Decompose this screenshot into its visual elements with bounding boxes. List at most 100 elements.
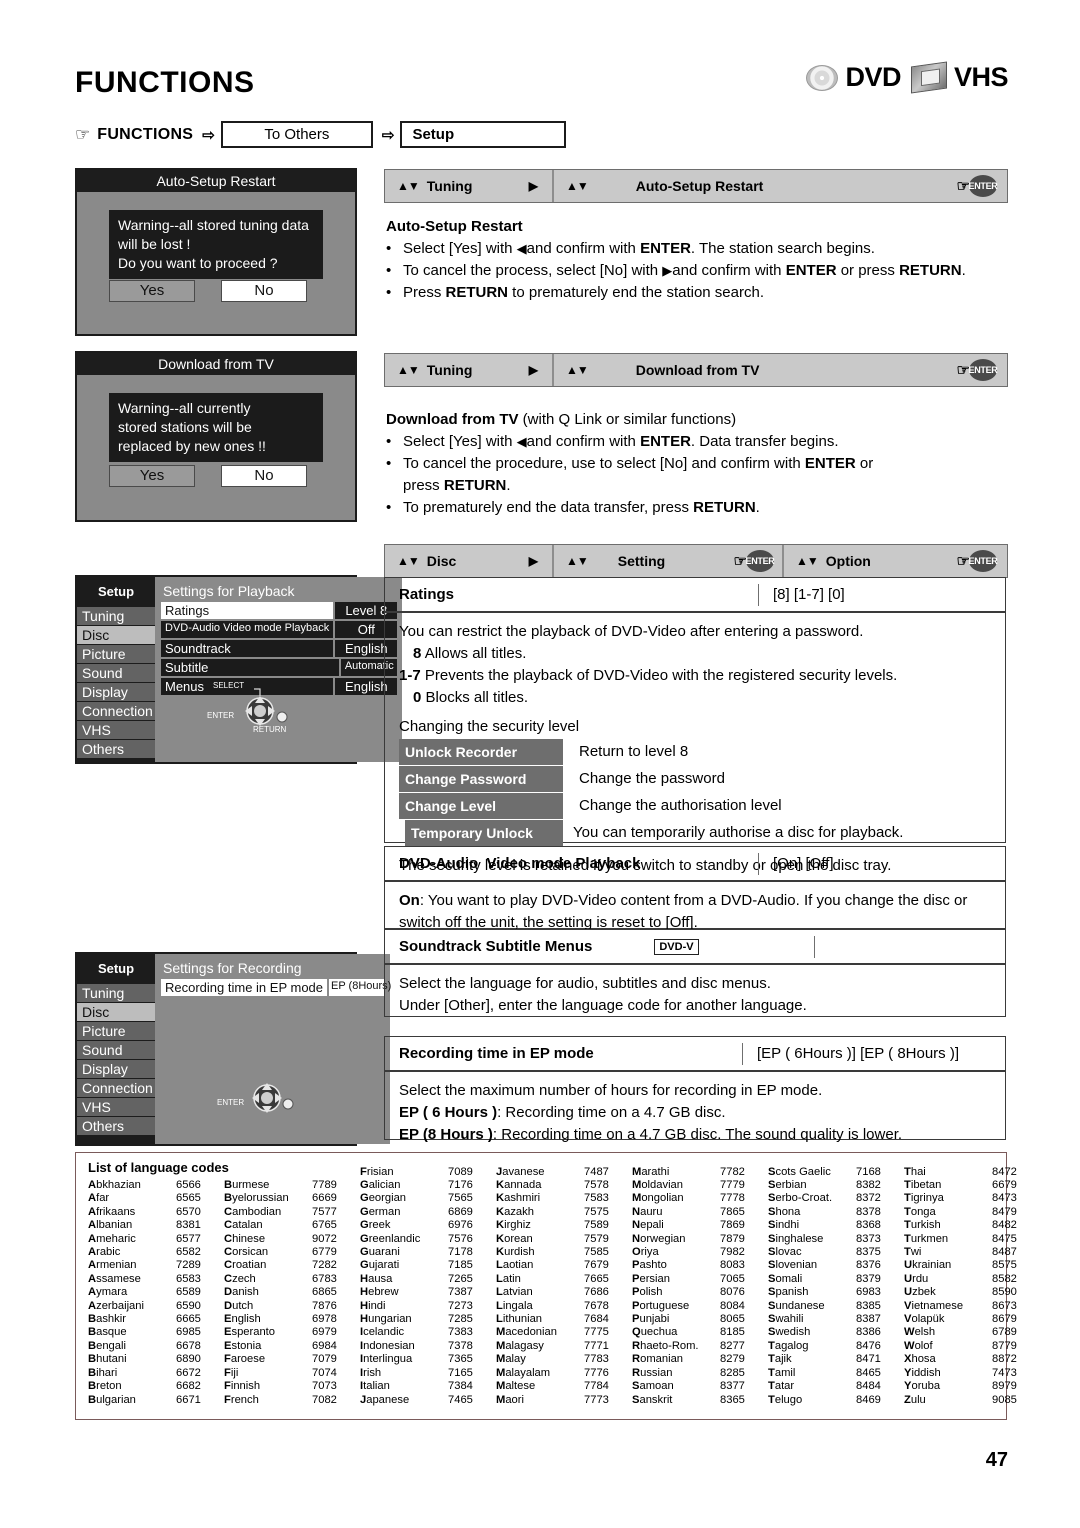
- nav-segment-download-from-tv[interactable]: ▲▼ Download from TV ☞ ENTER: [552, 354, 1007, 386]
- language-name: Gujarati: [360, 1259, 400, 1272]
- osd-yes-button-2[interactable]: Yes: [109, 465, 195, 487]
- tag-unlock-recorder: Unlock Recorder: [399, 739, 563, 765]
- sidebar-item-vhs[interactable]: VHS: [77, 720, 155, 739]
- nav-segment-setting[interactable]: ▲▼ Setting ☞ ENTER: [552, 545, 782, 577]
- language-row: Ukrainian 8575: [904, 1259, 1040, 1272]
- language-code: 6583: [176, 1272, 201, 1285]
- sidebar2-item-sound[interactable]: Sound: [77, 1040, 155, 1059]
- language-code: 6679: [992, 1179, 1017, 1192]
- recording-line2: EP ( 6 Hours ): Recording time on a 4.7 …: [399, 1104, 726, 1121]
- vhs-cassette-icon: [910, 61, 947, 94]
- tag-change-password: Change Password: [399, 766, 563, 792]
- ratings-action-change-level[interactable]: Change Level Change the authorisation le…: [399, 793, 993, 819]
- language-code: 6570: [176, 1205, 201, 1218]
- setting-row-soundtrack[interactable]: Soundtrack English: [161, 640, 398, 657]
- sidebar2-item-tuning[interactable]: Tuning: [77, 983, 155, 1002]
- enter-badge-4[interactable]: ☞ ENTER: [957, 550, 998, 572]
- setting-row-ratings[interactable]: Ratings Level 8: [161, 602, 398, 619]
- sidebar2-item-connection[interactable]: Connection: [77, 1078, 155, 1097]
- language-code: 8779: [992, 1339, 1017, 1352]
- language-code: 7289: [176, 1259, 201, 1272]
- language-column: Scots Gaelic 7168 Serbian 8382 Serbo-Croat. 8…: [768, 1166, 904, 1407]
- language-code: 6566: [176, 1179, 201, 1191]
- breadcrumb-step-setup[interactable]: Setup: [400, 121, 567, 148]
- language-code: 7578: [584, 1179, 609, 1192]
- language-row: Faroese 7079: [224, 1353, 360, 1366]
- language-code: 8487: [992, 1246, 1017, 1259]
- nav-segment-option[interactable]: ▲▼ Option ☞ ENTER: [782, 545, 1007, 577]
- language-name: Vietnamese: [904, 1299, 964, 1312]
- sidebar2-item-vhs[interactable]: VHS: [77, 1097, 155, 1116]
- language-code: 7073: [312, 1380, 337, 1393]
- language-name: Basque: [88, 1326, 127, 1339]
- sidebar-item-sound[interactable]: Sound: [77, 663, 155, 682]
- setting-row-dvd-audio[interactable]: DVD-Audio Video mode Playback Off: [161, 621, 398, 638]
- sidebar2-item-display[interactable]: Display: [77, 1059, 155, 1078]
- language-code: 7378: [448, 1339, 473, 1352]
- sidebar2-item-disc[interactable]: Disc: [77, 1002, 155, 1021]
- nav-segment-tuning[interactable]: ▲▼ Tuning ▶: [385, 170, 552, 202]
- ratings-action-change-password[interactable]: Change Password Change the password: [399, 766, 993, 792]
- language-row: Hungarian 7285: [360, 1313, 496, 1326]
- language-name: Punjabi: [632, 1313, 670, 1326]
- nav-segment-disc[interactable]: ▲▼ Disc ▶: [385, 545, 552, 577]
- language-row: Georgian 7565: [360, 1192, 496, 1205]
- language-name: Bulgarian: [88, 1393, 136, 1406]
- bullet-text: Select [Yes] with ◀and confirm with ENTE…: [403, 433, 839, 450]
- language-code: 8979: [992, 1380, 1017, 1393]
- nav-label-tuning-2: Tuning: [426, 362, 473, 378]
- ratings-action-unlock-recorder[interactable]: Unlock Recorder Return to level 8: [399, 739, 993, 765]
- language-code: 8471: [856, 1353, 881, 1366]
- nav-segment-tuning-2[interactable]: ▲▼ Tuning ▶: [385, 354, 552, 386]
- language-name: Uzbek: [904, 1286, 936, 1299]
- language-code: 6565: [176, 1192, 201, 1205]
- setting-row-ep-mode[interactable]: Recording time in EP mode EP (8Hours): [161, 979, 391, 996]
- bullet-item: • Press RETURN to prematurely end the st…: [386, 282, 1006, 304]
- osd-no-button[interactable]: No: [221, 280, 307, 302]
- desc-temporary-unlock: You can temporarily authorise a disc for…: [573, 824, 904, 841]
- language-code: 6682: [176, 1380, 201, 1393]
- language-name: Tonga: [904, 1205, 936, 1218]
- sidebar2-item-others[interactable]: Others: [77, 1116, 155, 1135]
- sidebar-item-display[interactable]: Display: [77, 682, 155, 701]
- language-name: Pashto: [632, 1259, 667, 1272]
- enter-badge-2[interactable]: ☞ ENTER: [957, 359, 998, 381]
- enter-badge-3[interactable]: ☞ ENTER: [734, 550, 775, 572]
- setting-row-subtitle[interactable]: Subtitle Automatic: [161, 659, 398, 676]
- ratings-body: You can restrict the playback of DVD-Vid…: [385, 613, 1005, 885]
- language-code: 8368: [856, 1219, 881, 1232]
- language-row: Bengali 6678: [88, 1340, 224, 1353]
- nav-segment-auto-setup-restart[interactable]: ▲▼ Auto-Setup Restart ☞ ENTER: [552, 170, 1007, 202]
- language-code: 8469: [856, 1393, 881, 1406]
- language-code: 8379: [856, 1272, 881, 1285]
- ratings-action-temporary-unlock[interactable]: Temporary Unlock You can temporarily aut…: [399, 820, 993, 846]
- language-code: 8277: [720, 1339, 745, 1352]
- language-code: 7465: [448, 1393, 473, 1406]
- sidebar-item-tuning[interactable]: Tuning: [77, 606, 155, 625]
- language-row: Burmese 7789: [224, 1179, 360, 1192]
- ratings-level-8: 8 Allows all titles.: [413, 645, 527, 662]
- breadcrumb-step-to-others[interactable]: To Others: [220, 121, 373, 148]
- osd-no-button-2[interactable]: No: [221, 465, 307, 487]
- page-title: FUNCTIONS: [75, 66, 255, 99]
- language-row: Danish 6865: [224, 1286, 360, 1299]
- soundtrack-line1: Select the language for audio, subtitles…: [399, 975, 771, 992]
- osd-yes-button[interactable]: Yes: [109, 280, 195, 302]
- sidebar-item-disc[interactable]: Disc: [77, 625, 155, 644]
- language-row: Ameharic 6577: [88, 1233, 224, 1246]
- language-code: 7679: [584, 1259, 609, 1272]
- language-name: Scots Gaelic: [768, 1165, 831, 1178]
- enter-badge[interactable]: ☞ ENTER: [957, 175, 998, 197]
- sidebar-item-connection[interactable]: Connection: [77, 701, 155, 720]
- sidebar2-item-picture[interactable]: Picture: [77, 1021, 155, 1040]
- language-name: Welsh: [904, 1326, 936, 1339]
- sidebar-item-picture[interactable]: Picture: [77, 644, 155, 663]
- language-code: 7783: [584, 1353, 609, 1366]
- language-code: 7565: [448, 1192, 473, 1205]
- language-code: 8872: [992, 1353, 1017, 1366]
- language-code: 6865: [312, 1286, 337, 1299]
- dpad-icon-2: [252, 1083, 294, 1113]
- sidebar-item-others[interactable]: Others: [77, 739, 155, 758]
- language-code: 6783: [312, 1272, 337, 1285]
- language-row: Czech 6783: [224, 1273, 360, 1286]
